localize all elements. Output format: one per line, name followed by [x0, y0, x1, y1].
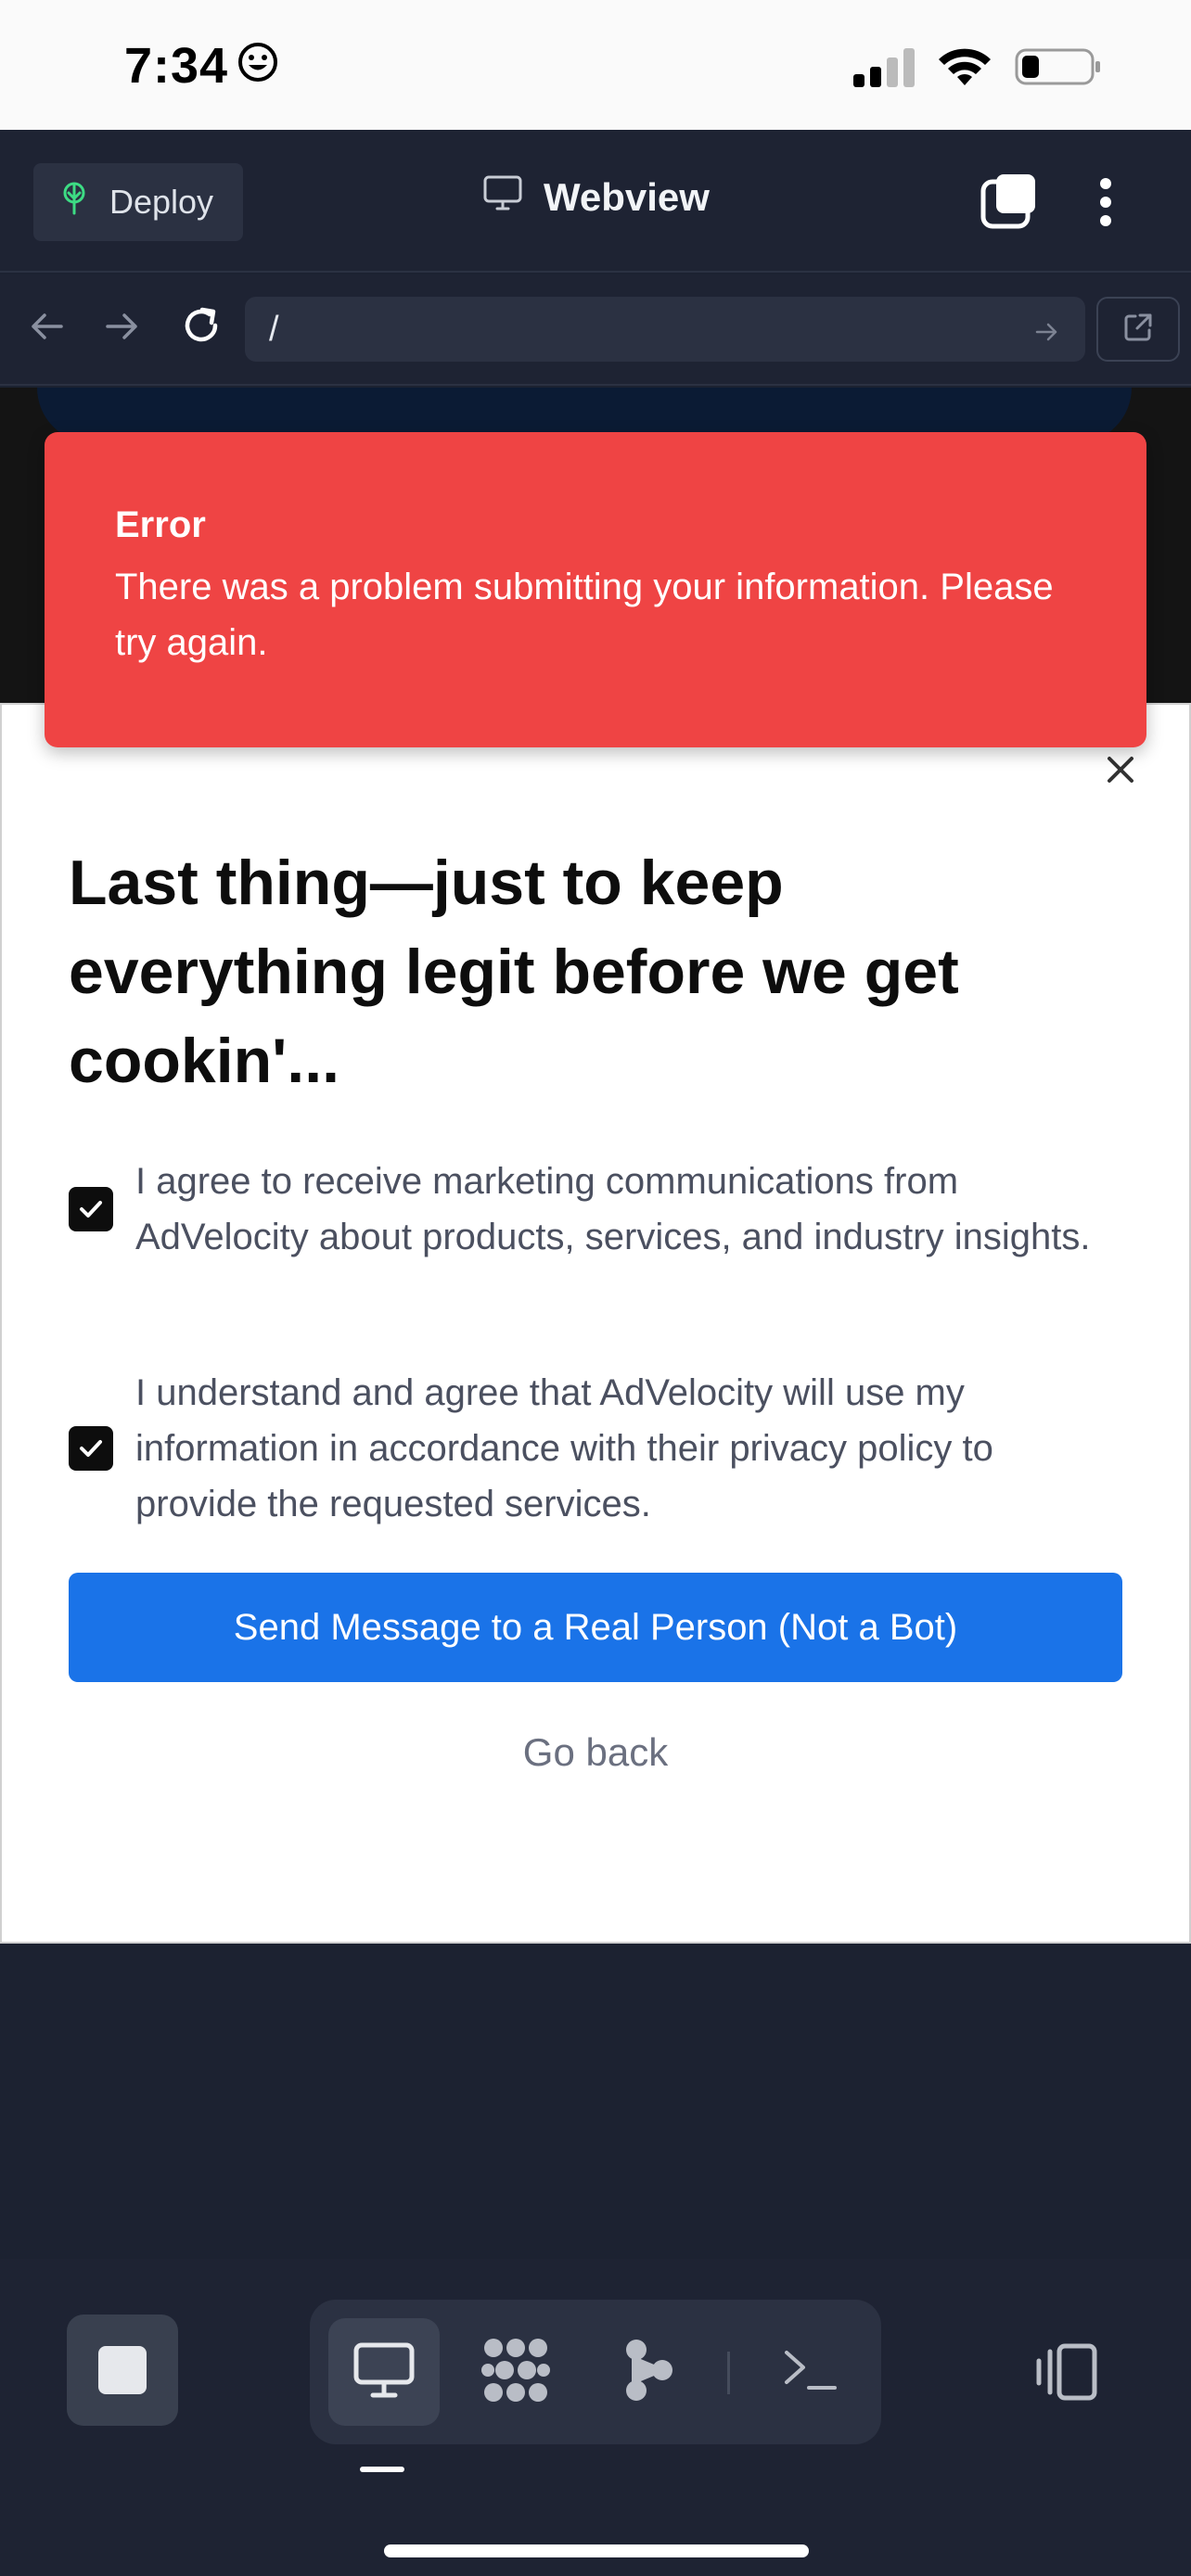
cellular-signal-icon: [853, 46, 915, 92]
smiley-face-icon: [237, 37, 278, 95]
error-title: Error: [115, 504, 206, 545]
monitor-icon: [482, 174, 523, 221]
cluster-icon: [480, 2335, 551, 2410]
app-header: Deploy Webview: [0, 130, 1191, 273]
deploy-label: Deploy: [109, 183, 214, 221]
error-message: There was a problem submitting your info…: [115, 567, 1054, 663]
git-tool-button[interactable]: [594, 2318, 705, 2426]
battery-icon: [1015, 46, 1102, 92]
consent-privacy[interactable]: I understand and agree that AdVelocity w…: [69, 1365, 1117, 1532]
consent-marketing[interactable]: I agree to receive marketing communicati…: [69, 1154, 1117, 1265]
webview-tool-button[interactable]: [328, 2318, 440, 2426]
open-external-button[interactable]: [1096, 297, 1180, 362]
status-bar: 7:34: [0, 0, 1191, 130]
marketing-checkbox[interactable]: [69, 1187, 113, 1231]
status-indicators: [853, 46, 1102, 92]
branch-icon: [623, 2337, 675, 2408]
privacy-consent-label: I understand and agree that AdVelocity w…: [135, 1372, 993, 1524]
go-arrow-icon[interactable]: [1033, 315, 1061, 355]
page-title: Webview: [544, 175, 710, 219]
terminal-icon: [783, 2347, 839, 2398]
tabs-icon[interactable]: [980, 171, 1039, 235]
reload-icon[interactable]: [178, 302, 224, 353]
url-input[interactable]: /: [245, 297, 1085, 362]
shell-tool-button[interactable]: [755, 2318, 866, 2426]
tool-switcher: [310, 2300, 881, 2444]
active-tab-indicator: [360, 2467, 404, 2472]
url-text: /: [269, 309, 279, 349]
stop-button[interactable]: [67, 2315, 178, 2426]
monitor-icon: [352, 2341, 416, 2404]
workflows-tool-button[interactable]: [460, 2318, 571, 2426]
send-message-button[interactable]: Send Message to a Real Person (Not a Bot…: [69, 1573, 1122, 1682]
deploy-button[interactable]: Deploy: [33, 163, 243, 241]
url-bar: /: [0, 274, 1191, 386]
deploy-icon: [59, 182, 89, 223]
back-arrow-icon[interactable]: [26, 306, 67, 351]
error-toast: Error There was a problem submitting you…: [45, 432, 1146, 747]
marketing-consent-label: I agree to receive marketing communicati…: [135, 1161, 1091, 1257]
close-icon[interactable]: [1102, 751, 1139, 793]
go-back-link[interactable]: Go back: [0, 1730, 1191, 1775]
wifi-icon: [937, 46, 992, 92]
modal-heading: Last thing—just to keep everything legit…: [69, 848, 959, 1096]
home-indicator: [384, 2544, 809, 2557]
bottom-toolbar: [0, 2259, 1191, 2576]
privacy-checkbox[interactable]: [69, 1426, 113, 1471]
stop-icon: [98, 2346, 147, 2394]
more-options-icon[interactable]: [1095, 174, 1117, 235]
tool-divider: [727, 2352, 730, 2394]
external-link-icon: [1121, 311, 1155, 349]
webview-tab-title: Webview: [482, 174, 710, 221]
status-time: 7:34: [124, 37, 278, 95]
layout-toggle-icon[interactable]: [1035, 2342, 1098, 2406]
forward-arrow-icon[interactable]: [102, 306, 143, 351]
time-text: 7:34: [124, 38, 229, 94]
